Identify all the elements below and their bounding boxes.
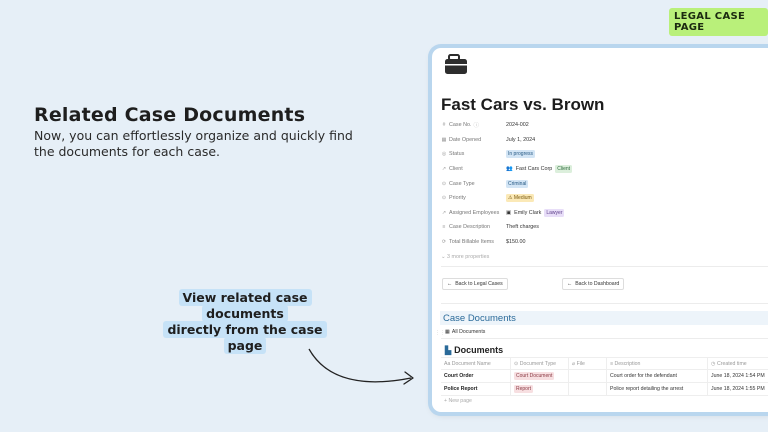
document-type-tag: Report	[514, 385, 534, 393]
cell-file[interactable]	[569, 370, 607, 382]
back-to-dashboard-button[interactable]: ← Back to Dashboard	[562, 278, 625, 290]
case-documents-heading: Case Documents	[440, 311, 768, 325]
divider	[441, 303, 768, 304]
back-to-legal-cases-button[interactable]: ← Back to Legal Cases	[442, 278, 508, 290]
client-tag: Client	[555, 165, 573, 174]
cell-created-time: June 18, 2024 1:55 PM	[711, 386, 765, 392]
page-title: Fast Cars vs. Brown	[441, 95, 605, 114]
text-icon: Aa	[444, 360, 452, 367]
divider	[441, 338, 768, 339]
table-icon: ▦	[445, 329, 450, 335]
hash-icon: #	[442, 122, 446, 129]
plus-icon: +	[444, 398, 448, 404]
arrow-left-icon: ←	[447, 281, 453, 287]
column-header-type[interactable]: ⊙ Document Type	[511, 358, 569, 369]
relation-icon: ↗	[441, 209, 447, 216]
cell-file[interactable]	[569, 383, 607, 395]
people-icon: 👥	[506, 166, 513, 173]
arrow-left-icon: ←	[567, 281, 573, 287]
divider	[441, 266, 768, 267]
property-assigned-employees[interactable]: ↗ Assigned Employees ▣ Emily Clark Lawyer	[441, 206, 768, 221]
select-icon: ⊙	[441, 195, 447, 202]
new-page-button[interactable]: + New page	[444, 398, 472, 404]
hero-title: Related Case Documents	[34, 104, 306, 126]
property-case-description[interactable]: ≡ Case Description Theft charges	[441, 220, 768, 235]
property-date-opened[interactable]: ▦ Date Opened July 1, 2024	[441, 133, 768, 148]
table-row[interactable]: Court Order Court Document Court order f…	[441, 370, 768, 383]
database-title[interactable]: ▙ Documents	[445, 345, 503, 355]
cell-document-name[interactable]: Police Report	[441, 383, 511, 395]
employee-role-tag: Lawyer	[544, 208, 565, 217]
case-type-tag[interactable]: Criminal	[506, 179, 529, 188]
rollup-icon: ⟳	[441, 239, 447, 246]
status-icon: ◎	[441, 151, 447, 158]
table-header-row: Aa Document Name ⊙ Document Type ⌀ File …	[441, 357, 768, 370]
view-tab-all-documents[interactable]: ▦ All Documents	[445, 329, 485, 335]
select-icon: ⊙	[441, 180, 447, 187]
briefcase-icon	[445, 54, 467, 74]
document-type-tag: Court Document	[514, 372, 555, 380]
property-priority[interactable]: ⊙ Priority ⚠ Medium	[441, 191, 768, 206]
column-header-created[interactable]: ◷ Created time	[708, 358, 768, 369]
cell-created-time: June 18, 2024 1:54 PM	[711, 373, 765, 379]
employee-link[interactable]: Emily Clark	[514, 210, 541, 216]
table-row[interactable]: Police Report Report Police report detai…	[441, 383, 768, 396]
property-case-no[interactable]: # Case No. ⓘ 2024-002	[441, 118, 768, 133]
priority-tag[interactable]: ⚠ Medium	[506, 194, 534, 203]
documents-table: Aa Document Name ⊙ Document Type ⌀ File …	[441, 357, 768, 396]
hero-subtitle: Now, you can effortlessly organize and q…	[34, 128, 353, 159]
info-icon: ⓘ	[473, 123, 479, 130]
callout-line-1: View related case documents	[178, 289, 312, 322]
properties-list: # Case No. ⓘ 2024-002 ▦ Date Opened July 1,…	[441, 118, 768, 264]
books-icon: ▙	[445, 345, 452, 355]
legal-case-page-badge: LEGAL CASE PAGE	[669, 8, 768, 36]
property-client[interactable]: ↗ Client 👥 Fast Cars Corp Client	[441, 162, 768, 177]
chevron-down-icon: ⌄	[441, 253, 446, 260]
curved-arrow-icon	[308, 348, 414, 385]
status-tag[interactable]: In progress	[506, 150, 536, 159]
cell-document-name[interactable]: Court Order	[441, 370, 511, 382]
property-total-billable-items[interactable]: ⟳ Total Billable Items $150.00	[441, 235, 768, 250]
column-header-description[interactable]: ≡ Description	[607, 358, 708, 369]
callout-line-2: directly from the case page	[163, 321, 327, 354]
text-icon: ≡	[442, 224, 446, 231]
person-icon: ▣	[506, 209, 512, 216]
case-page-window: Fast Cars vs. Brown # Case No. ⓘ 2024-002 …	[432, 48, 768, 412]
calendar-icon: ▦	[441, 136, 447, 143]
drag-handle-icon[interactable]: ⋮⋮	[435, 330, 445, 336]
cell-description: Police report detailing the arrest	[607, 383, 708, 395]
more-properties-toggle[interactable]: ⌄ 3 more properties	[441, 249, 768, 264]
client-link[interactable]: Fast Cars Corp	[516, 166, 553, 172]
property-case-type[interactable]: ⊙ Case Type Criminal	[441, 176, 768, 191]
relation-icon: ↗	[441, 166, 447, 173]
column-header-name[interactable]: Aa Document Name	[441, 358, 511, 369]
property-status[interactable]: ◎ Status In progress	[441, 147, 768, 162]
cell-description: Court order for the defendant	[607, 370, 708, 382]
column-header-file[interactable]: ⌀ File	[569, 358, 607, 369]
